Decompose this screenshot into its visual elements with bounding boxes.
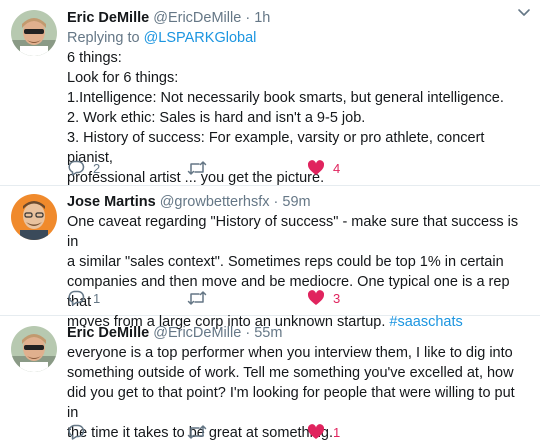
- tweet-header: Eric DeMille @EricDeMille · 55m: [67, 323, 530, 343]
- tweet-header: Eric DeMille @EricDeMille · 1h: [67, 8, 530, 28]
- author-handle[interactable]: @EricDeMille: [153, 325, 241, 341]
- text-line: 1.Intelligence: Not necessarily book sma…: [67, 90, 504, 106]
- author-handle[interactable]: @EricDeMille: [153, 10, 241, 26]
- avatar[interactable]: [11, 194, 57, 240]
- reply-icon: [67, 423, 85, 441]
- author-name[interactable]: Eric DeMille: [67, 325, 149, 341]
- author-name[interactable]: Eric DeMille: [67, 10, 149, 26]
- like-button[interactable]: 3: [307, 288, 340, 308]
- tweet-body: Jose Martins @growbetterhsfx · 59m One c…: [67, 192, 530, 332]
- text-line: a similar "sales context". Sometimes rep…: [67, 254, 504, 270]
- reply-button[interactable]: 1: [67, 288, 100, 308]
- chevron-down-icon[interactable]: [516, 4, 532, 20]
- tweet-header: Jose Martins @growbetterhsfx · 59m: [67, 192, 530, 212]
- retweet-icon: [187, 289, 207, 307]
- avatar-eric-image: [11, 326, 57, 372]
- timestamp[interactable]: 1h: [254, 10, 270, 26]
- like-count: 4: [333, 160, 341, 176]
- mention-link[interactable]: @LSPARKGlobal: [144, 30, 257, 46]
- text-line: everyone is a top performer when you int…: [67, 345, 513, 361]
- reply-count: 1: [93, 290, 101, 306]
- tweet[interactable]: Jose Martins @growbetterhsfx · 59m One c…: [0, 186, 540, 330]
- retweet-button[interactable]: [187, 158, 207, 178]
- tweet[interactable]: Eric DeMille @EricDeMille · 1h Replying …: [0, 0, 540, 186]
- separator: ·: [273, 194, 279, 210]
- avatar-jose-image: [11, 194, 57, 240]
- tweet-actions: 2 4: [67, 158, 467, 178]
- author-name[interactable]: Jose Martins: [67, 194, 156, 210]
- replying-to: Replying to @LSPARKGlobal: [67, 28, 530, 48]
- heart-icon: [307, 159, 325, 177]
- retweet-icon: [187, 423, 207, 441]
- like-count: 3: [333, 290, 341, 306]
- reply-button[interactable]: [67, 422, 93, 442]
- like-button[interactable]: 1: [307, 422, 340, 442]
- text-line: something outside of work. Tell me somet…: [67, 365, 514, 381]
- retweet-button[interactable]: [187, 422, 207, 442]
- text-line: did you get to that point? I'm looking f…: [67, 385, 515, 421]
- reply-button[interactable]: 2: [67, 158, 100, 178]
- avatar-eric-image: [11, 10, 57, 56]
- tweet-thread: Eric DeMille @EricDeMille · 1h Replying …: [0, 0, 540, 447]
- like-button[interactable]: 4: [307, 158, 340, 178]
- reply-count: 2: [93, 160, 101, 176]
- replying-to-label: Replying to: [67, 30, 144, 46]
- separator: ·: [245, 325, 251, 341]
- text-line: One caveat regarding "History of success…: [67, 214, 519, 250]
- text-line: 2. Work ethic: Sales is hard and isn't a…: [67, 110, 366, 126]
- heart-icon: [307, 423, 325, 441]
- like-count: 1: [333, 424, 341, 440]
- tweet-actions: 1 3: [67, 288, 467, 308]
- retweet-button[interactable]: [187, 288, 207, 308]
- separator: ·: [245, 10, 251, 26]
- avatar[interactable]: [11, 326, 57, 372]
- text-line: 6 things:: [67, 50, 122, 66]
- author-handle[interactable]: @growbetterhsfx: [160, 194, 270, 210]
- tweet-actions: 1: [67, 422, 467, 442]
- timestamp[interactable]: 55m: [254, 325, 282, 341]
- avatar[interactable]: [11, 10, 57, 56]
- reply-icon: [67, 159, 85, 177]
- retweet-icon: [187, 159, 207, 177]
- reply-icon: [67, 289, 85, 307]
- timestamp[interactable]: 59m: [282, 194, 310, 210]
- tweet-text: One caveat regarding "History of success…: [67, 212, 530, 332]
- text-line: Look for 6 things:: [67, 70, 179, 86]
- heart-icon: [307, 289, 325, 307]
- tweet[interactable]: Eric DeMille @EricDeMille · 55m everyone…: [0, 316, 540, 447]
